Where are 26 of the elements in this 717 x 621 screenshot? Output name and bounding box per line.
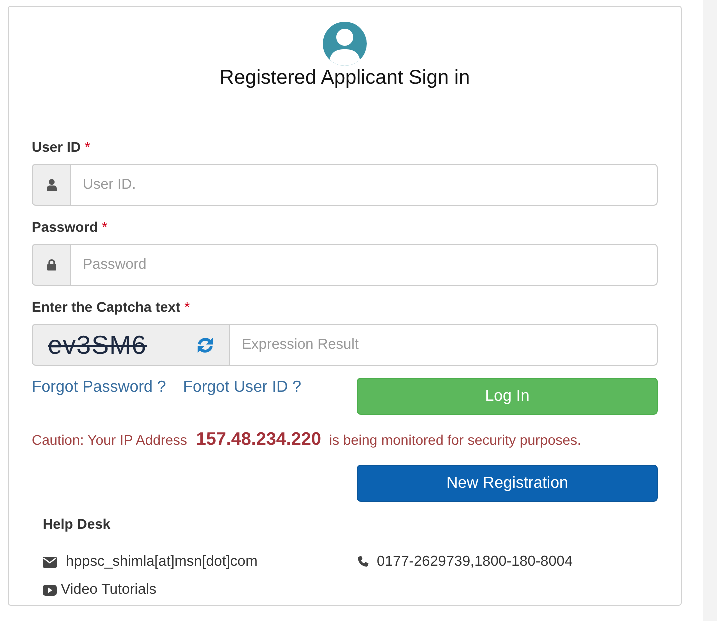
forgot-link[interactable]: Forgot Password ? [32, 378, 166, 398]
form-title: Registered Applicant Sign in [220, 66, 470, 90]
new-registration-button[interactable]: New Registration [357, 465, 658, 502]
phone-icon [357, 556, 369, 568]
lock-icon [46, 259, 56, 271]
password-field[interactable]: Password [71, 244, 658, 286]
play-icon [43, 584, 57, 596]
user-id-field[interactable]: User ID. [71, 164, 658, 206]
envelope-icon [43, 556, 57, 568]
captcha-answer-field[interactable]: Expression Result [230, 324, 658, 366]
help-desk-title: Help Desk [43, 515, 112, 534]
required-mark: * [85, 138, 90, 157]
field-label: Password [32, 218, 98, 237]
video-tutorials-link[interactable]: Video Tutorials [61, 580, 157, 600]
refresh-icon[interactable] [196, 336, 215, 354]
field-label: User ID [32, 138, 82, 157]
required-mark: * [102, 218, 108, 237]
email-address: hppsc_shimla[at]msn[dot]com [66, 553, 258, 572]
user-icon [46, 179, 56, 191]
required-mark: * [184, 298, 190, 317]
captcha-text: ev3SM6 [48, 330, 147, 360]
forgot-link[interactable]: Forgot User ID ? [183, 378, 302, 398]
user-avatar-icon [323, 22, 367, 66]
caution-message: Caution: Your IP Address 157.48.234.220 is being monitored for security purposes. [32, 430, 582, 450]
field-label: Enter the Captcha text [32, 298, 181, 317]
phone-numbers: 0177-2629739,1800-180-8004 [377, 553, 573, 572]
